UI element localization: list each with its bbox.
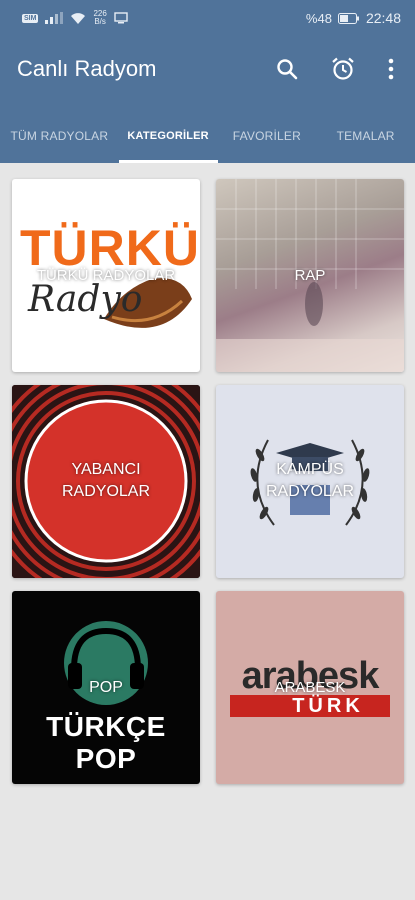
battery-icon xyxy=(337,12,359,24)
wifi-icon xyxy=(71,13,86,24)
app-title: Canlı Radyom xyxy=(17,56,157,81)
clock: 22:48 xyxy=(365,10,401,26)
category-card-rap[interactable]: RAP xyxy=(216,179,404,372)
app-bar: SIM 226 B/s %48 22:48 Canlı Radyom TÜM R… xyxy=(0,0,415,163)
category-card-pop[interactable]: POP TÜRKÇE POP xyxy=(12,591,200,784)
tab-all-radios[interactable]: TÜM RADYOLAR xyxy=(0,108,119,163)
category-card-campus[interactable]: KAMPÜS RADYOLAR xyxy=(216,385,404,578)
status-bar: SIM 226 B/s %48 22:48 xyxy=(0,0,415,36)
category-label: YABANCI RADYOLAR xyxy=(12,459,200,503)
tab-themes[interactable]: TEMALAR xyxy=(316,108,415,163)
category-label-text: KAMPÜS RADYOLAR xyxy=(265,461,355,500)
alarm-icon[interactable] xyxy=(328,54,358,84)
category-label: POP xyxy=(89,679,123,696)
category-card-turku[interactable]: TÜRKÜ Radyo TÜRKÜ RADYOLAR xyxy=(12,179,200,372)
screen-cast-icon xyxy=(114,12,128,24)
tab-favorites[interactable]: FAVORİLER xyxy=(218,108,317,163)
category-label-text: YABANCI RADYOLAR xyxy=(61,461,151,500)
tab-label: TÜM RADYOLAR xyxy=(10,128,109,143)
category-label: RAP xyxy=(294,267,326,284)
search-icon[interactable] xyxy=(272,54,302,84)
tab-bar: TÜM RADYOLAR KATEGORİLER FAVORİLER TEMAL… xyxy=(0,108,415,163)
tab-label: TEMALAR xyxy=(336,128,395,143)
sim-icon: SIM xyxy=(22,13,39,23)
category-label: ARABESK xyxy=(274,679,346,696)
tab-label: FAVORİLER xyxy=(232,128,301,143)
category-card-foreign[interactable]: YABANCI RADYOLAR xyxy=(12,385,200,578)
battery-percent: %48 xyxy=(305,10,332,26)
tab-categories[interactable]: KATEGORİLER xyxy=(118,108,218,163)
more-icon[interactable] xyxy=(376,54,406,84)
tab-label: KATEGORİLER xyxy=(127,129,209,142)
net-speed: 226 B/s xyxy=(93,9,107,26)
category-label: KAMPÜS RADYOLAR xyxy=(216,459,404,503)
category-label: TÜRKÜ RADYOLAR xyxy=(36,267,176,284)
category-card-arabesk[interactable]: arabesk TÜRK ARABESK xyxy=(216,591,404,784)
signal-icon xyxy=(45,12,64,24)
pop-art-title: TÜRKÇE POP xyxy=(46,711,166,774)
